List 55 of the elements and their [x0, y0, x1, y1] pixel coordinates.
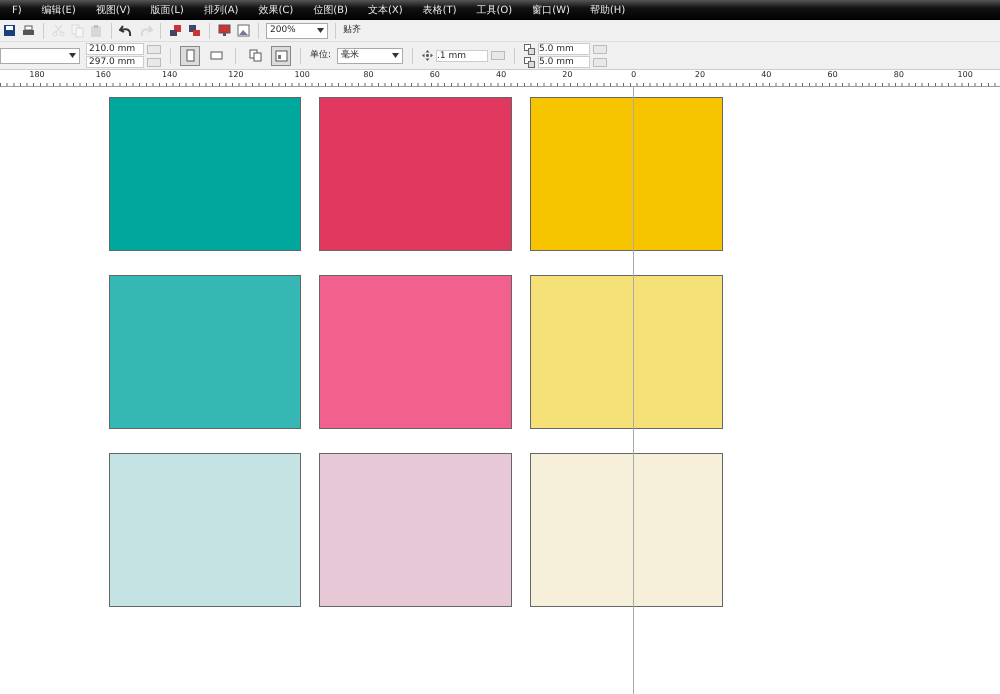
pages-icon	[248, 49, 262, 62]
duplicate-distance-field[interactable]: 5.0 mm	[538, 56, 590, 68]
ruler-label: 20	[562, 71, 572, 79]
units-dropdown[interactable]: 毫米	[337, 48, 404, 64]
ruler-label: 160	[96, 71, 111, 79]
menu-item[interactable]: 效果(C)	[246, 2, 302, 18]
import-icon[interactable]	[168, 23, 183, 38]
ruler-label: 40	[496, 71, 506, 79]
caret-icon	[69, 53, 76, 58]
ruler-label: 80	[363, 71, 374, 79]
menu-item[interactable]: 表格(T)	[410, 2, 465, 18]
page-height-field[interactable]: 297.0 mm	[86, 56, 144, 68]
menu-item[interactable]: 视图(V)	[84, 2, 138, 18]
page-width-field[interactable]: 210.0 mm	[86, 43, 144, 55]
monitor-icon[interactable]	[217, 23, 232, 38]
ruler-label: 20	[694, 71, 706, 79]
menu-item[interactable]: 窗口(W)	[520, 2, 578, 18]
menu-item[interactable]: 工具(O)	[464, 2, 520, 18]
portrait-button[interactable]	[180, 46, 200, 66]
ruler-label: 40	[761, 71, 772, 79]
caret-icon	[317, 28, 324, 33]
units-label: 单位:	[310, 50, 332, 61]
duplicate-distance-field[interactable]: 5.0 mm	[538, 43, 590, 55]
menu-item[interactable]: 版面(L)	[138, 2, 192, 18]
current-page-button[interactable]	[271, 46, 291, 66]
offset-icon	[524, 44, 536, 54]
menu-item[interactable]: 位图(B)	[301, 2, 356, 18]
picture-icon[interactable]	[236, 23, 251, 38]
menu-item[interactable]: 排列(A)	[192, 2, 246, 18]
portrait-page-icon	[184, 49, 196, 62]
save-icon[interactable]	[2, 23, 17, 38]
menu-item[interactable]: 文本(X)	[356, 2, 411, 18]
ruler-label: 100	[958, 71, 973, 79]
printer-icon[interactable]	[21, 23, 36, 38]
ruler-label: 100	[294, 71, 310, 79]
export-icon[interactable]	[187, 23, 202, 38]
ruler-label: 80	[894, 71, 904, 79]
snap-menu[interactable]: 贴齐	[343, 25, 361, 36]
ruler-label: 60	[430, 71, 440, 79]
ruler-label: 120	[228, 71, 244, 79]
zoom-dropdown[interactable]: 200%	[266, 22, 328, 38]
ruler-label: 140	[162, 71, 178, 79]
move-arrows-icon	[422, 50, 434, 61]
menu-item[interactable]: 编辑(E)	[30, 2, 84, 18]
ruler-label: 0	[631, 71, 636, 79]
ruler-label: 180	[29, 71, 45, 79]
offset-icon	[524, 56, 536, 68]
menu-item[interactable]: F)	[0, 2, 30, 18]
menu-item[interactable]: 帮助(H)	[578, 2, 634, 18]
ruler-label: 60	[828, 71, 838, 79]
caret-icon	[392, 53, 400, 58]
nudge-field[interactable]: .1 mm	[436, 50, 488, 62]
page-icon	[274, 49, 288, 62]
undo-arrow-icon[interactable]	[119, 23, 134, 38]
landscape-page-icon	[210, 49, 222, 62]
